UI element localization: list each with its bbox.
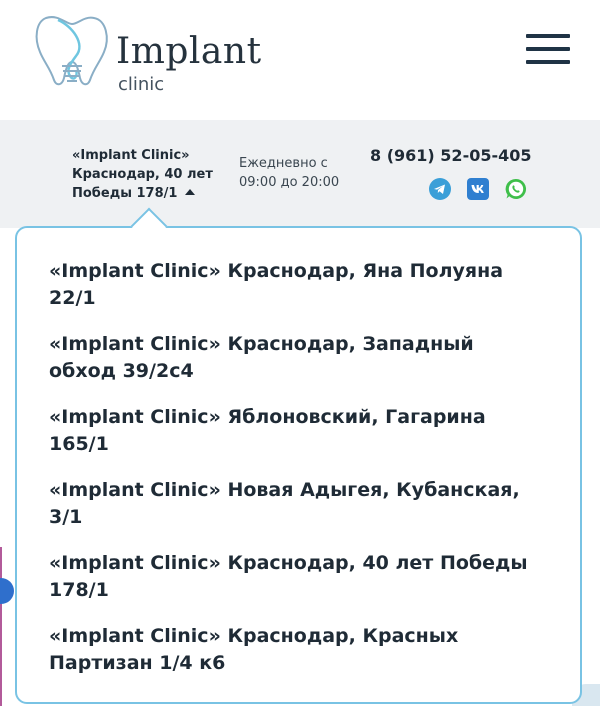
phone-link[interactable]: 8 (961) 52-05-405 [370,146,532,165]
address-dropdown: «Implant Clinic» Краснодар, Яна Полуяна … [15,226,582,704]
address-option[interactable]: «Implant Clinic» Краснодар, Яна Полуяна … [49,258,549,312]
hamburger-bar [526,47,570,51]
address-option[interactable]: «Implant Clinic» Яблоновский, Гагарина 1… [49,404,549,458]
option-line: «Implant Clinic» Краснодар, Западный [49,333,474,355]
address-line: Победы 178/1 [72,186,178,201]
hours-line: Ежедневно с [239,156,328,171]
option-line: «Implant Clinic» Яблоновский, Гагарина [49,406,486,428]
option-line: Партизан 1/4 к6 [49,652,226,674]
menu-hamburger-icon[interactable] [526,34,570,64]
address-line: Краснодар, 40 лет [72,167,213,182]
address-selector[interactable]: «Implant Clinic» Краснодар, 40 лет Побед… [72,146,213,203]
hamburger-bar [526,34,570,38]
option-line: «Implant Clinic» Краснодар, Яна Полуяна [49,260,504,282]
logo[interactable]: Implant clinic [32,8,261,95]
option-line: «Implant Clinic» Новая Адыгея, Кубанская… [49,479,520,501]
address-option[interactable]: «Implant Clinic» Краснодар, 40 лет Побед… [49,550,549,604]
site-header: Implant clinic [0,0,600,120]
background-fragment [0,547,2,706]
whatsapp-icon[interactable] [504,177,528,201]
logo-subtitle: clinic [118,74,165,95]
address-option[interactable]: «Implant Clinic» Краснодар, Красных Парт… [49,623,549,677]
working-hours: Ежедневно с 09:00 до 20:00 [239,154,339,192]
background-button-fragment [0,578,14,604]
address-line: «Implant Clinic» [72,148,190,163]
option-line: 22/1 [49,287,96,309]
logo-title: Implant [116,31,262,72]
caret-up-icon[interactable] [185,189,196,195]
telegram-icon[interactable] [428,177,452,201]
contact-bar: «Implant Clinic» Краснодар, 40 лет Побед… [0,120,600,228]
option-line: «Implant Clinic» Краснодар, 40 лет Побед… [49,552,528,574]
hamburger-bar [526,60,570,64]
option-line: 3/1 [49,506,83,528]
address-list: «Implant Clinic» Краснодар, Яна Полуяна … [49,258,549,696]
address-option[interactable]: «Implant Clinic» Новая Адыгея, Кубанская… [49,477,549,531]
address-option[interactable]: «Implant Clinic» Краснодар, Западный обх… [49,331,549,385]
option-line: обход 39/2с4 [49,360,194,382]
hours-line: 09:00 до 20:00 [239,175,340,190]
vk-icon[interactable] [466,177,490,201]
tooth-logo-icon [35,16,108,86]
option-line: «Implant Clinic» Краснодар, Красных [49,625,459,647]
option-line: 178/1 [49,579,109,601]
option-line: 165/1 [49,433,109,455]
